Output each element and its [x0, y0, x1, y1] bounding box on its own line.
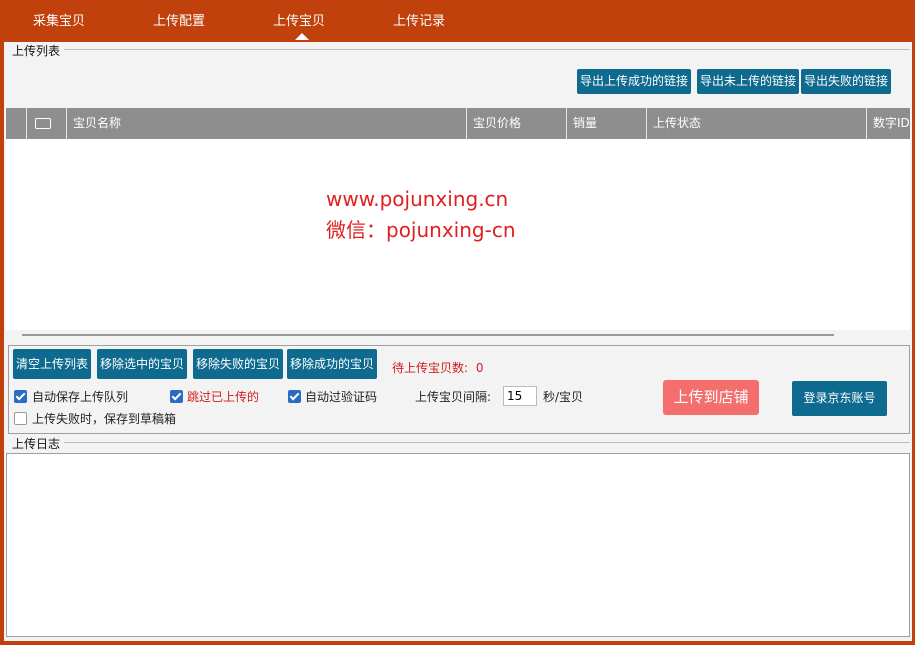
skip-uploaded-checkbox[interactable]: [170, 390, 183, 403]
save-draft-on-fail-checkbox[interactable]: [14, 412, 27, 425]
clear-list-button[interactable]: 清空上传列表: [13, 349, 92, 379]
table-header: 宝贝名称 宝贝价格 销量 上传状态 数字ID: [6, 108, 910, 139]
save-draft-on-fail-label[interactable]: 上传失败时，保存到草稿箱: [32, 410, 176, 427]
interval-input[interactable]: [503, 386, 537, 406]
auto-save-queue-label[interactable]: 自动保存上传队列: [32, 388, 128, 405]
tab-collect[interactable]: 采集宝贝: [33, 10, 85, 29]
auto-save-queue-checkbox[interactable]: [14, 390, 27, 403]
group-divider: [64, 442, 910, 443]
pending-count-label: 待上传宝贝数: 0: [392, 361, 484, 375]
column-numeric-id[interactable]: 数字ID: [866, 108, 910, 139]
column-item-name[interactable]: 宝贝名称: [66, 108, 466, 139]
row-header-cell: [6, 108, 26, 139]
export-success-links-button[interactable]: 导出上传成功的链接: [577, 69, 692, 94]
remove-success-button[interactable]: 移除成功的宝贝: [287, 349, 378, 379]
select-all-icon[interactable]: [35, 118, 51, 129]
export-not-uploaded-links-button[interactable]: 导出未上传的链接: [697, 69, 800, 94]
column-upload-status[interactable]: 上传状态: [646, 108, 866, 139]
remove-selected-button[interactable]: 移除选中的宝贝: [97, 349, 188, 379]
watermark-wechat: 微信：pojunxing-cn: [326, 218, 516, 242]
column-sales[interactable]: 销量: [566, 108, 646, 139]
upload-log-area[interactable]: [6, 453, 910, 637]
tab-upload-records[interactable]: 上传记录: [393, 10, 445, 29]
tab-upload-config[interactable]: 上传配置: [153, 10, 205, 29]
upload-list-title: 上传列表: [10, 42, 63, 59]
auto-captcha-label[interactable]: 自动过验证码: [305, 388, 377, 405]
top-nav: 采集宝贝 上传配置 上传宝贝 上传记录: [0, 0, 915, 40]
upload-table: 宝贝名称 宝贝价格 销量 上传状态 数字ID www.pojunxing.cn …: [6, 108, 910, 330]
interval-unit: 秒/宝贝: [543, 390, 584, 404]
interval-label: 上传宝贝间隔:: [415, 390, 492, 404]
group-divider: [64, 49, 910, 50]
horizontal-scrollbar[interactable]: [22, 334, 834, 336]
upload-to-store-button[interactable]: 上传到店铺: [663, 380, 759, 415]
pending-count: 0: [475, 361, 484, 375]
auto-captcha-checkbox[interactable]: [288, 390, 301, 403]
active-tab-indicator: [295, 33, 309, 40]
tab-upload-items[interactable]: 上传宝贝: [273, 10, 325, 29]
select-all-cell[interactable]: [26, 108, 66, 139]
upload-log-title: 上传日志: [10, 435, 63, 452]
remove-failed-button[interactable]: 移除失败的宝贝: [193, 349, 284, 379]
upload-controls: 清空上传列表 移除选中的宝贝 移除失败的宝贝 移除成功的宝贝 待上传宝贝数: 0…: [8, 345, 910, 434]
watermark-url: www.pojunxing.cn: [326, 187, 509, 211]
export-failed-links-button[interactable]: 导出失败的链接: [801, 69, 892, 94]
column-item-price[interactable]: 宝贝价格: [466, 108, 566, 139]
skip-uploaded-label[interactable]: 跳过已上传的: [187, 388, 259, 405]
login-jd-account-button[interactable]: 登录京东账号: [792, 381, 887, 416]
main-panel: 上传列表 导出上传成功的链接 导出未上传的链接 导出失败的链接 宝贝名称 宝贝价…: [4, 42, 912, 641]
